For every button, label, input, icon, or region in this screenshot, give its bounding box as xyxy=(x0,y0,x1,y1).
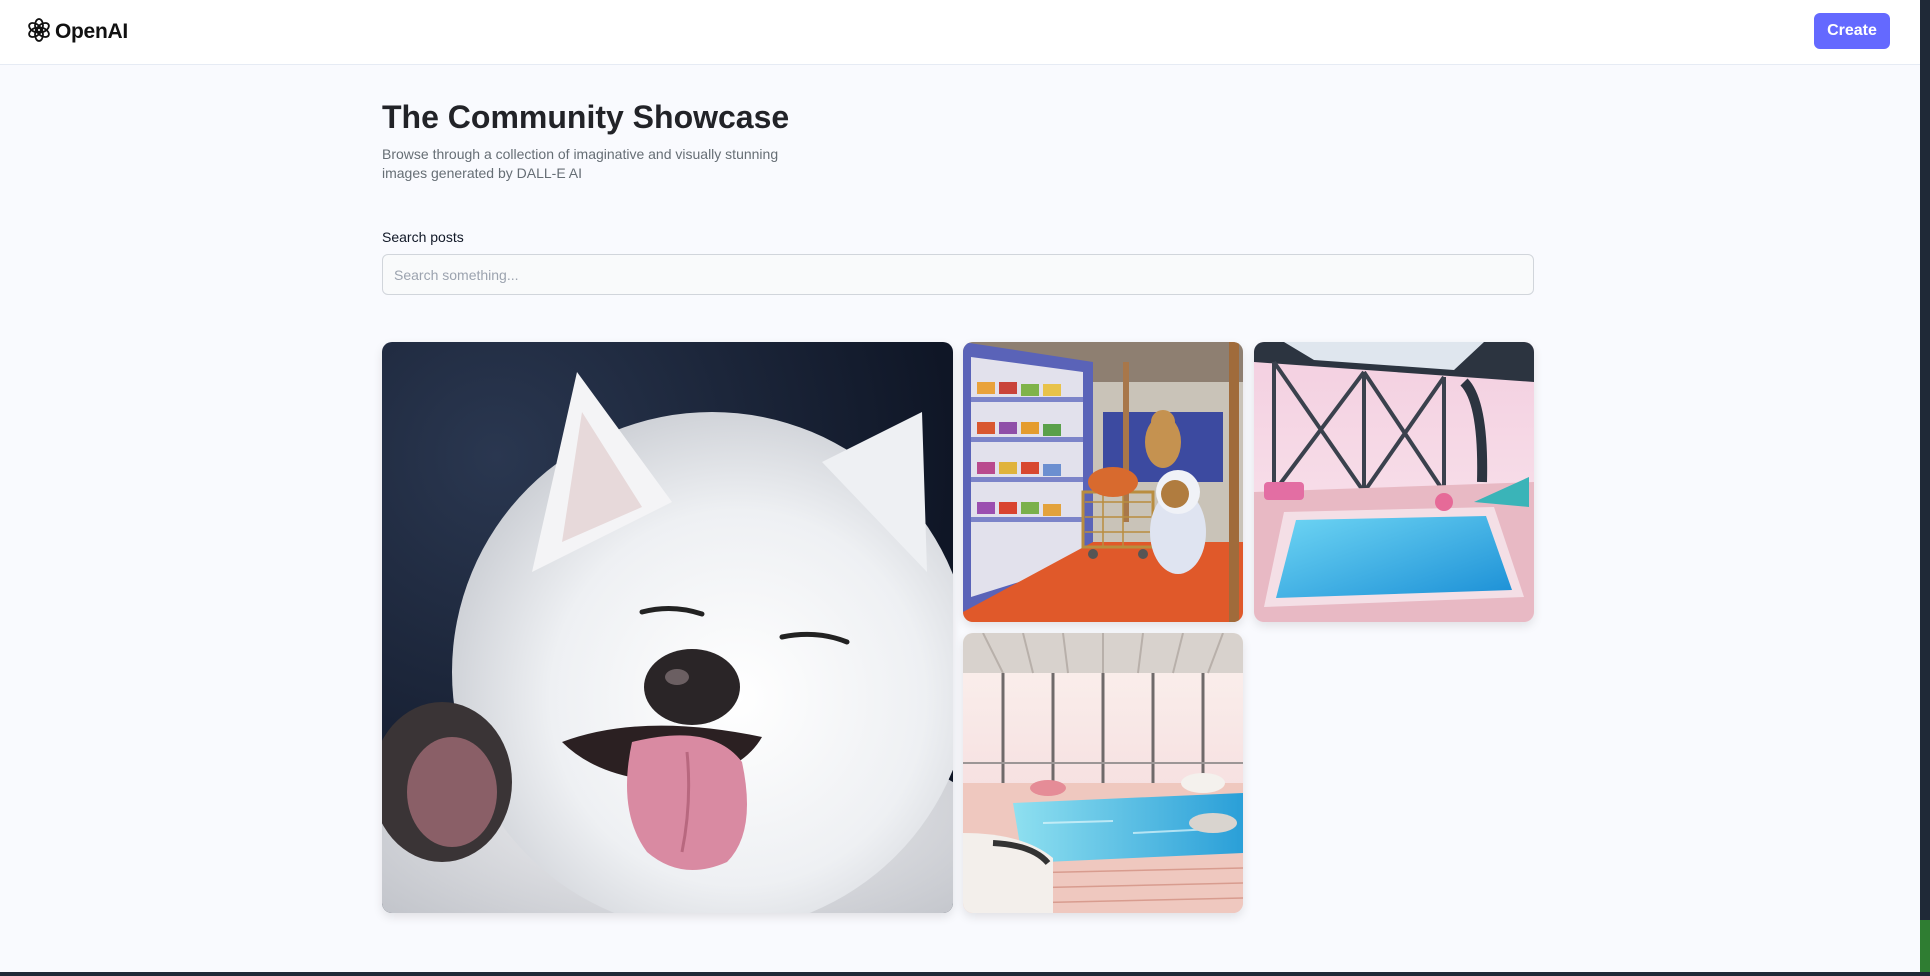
penthouse-pool-image xyxy=(963,633,1243,913)
page-title: The Community Showcase xyxy=(382,99,790,135)
vertical-scrollbar[interactable] xyxy=(1920,0,1930,976)
gallery-card-penthouse-pool[interactable] xyxy=(963,633,1243,913)
search-input[interactable] xyxy=(382,254,1534,295)
gallery-card-grocery[interactable] xyxy=(963,342,1243,622)
brand-name: OpenAI xyxy=(55,20,128,43)
gallery-card-dog[interactable] xyxy=(382,342,953,913)
brand-logo-link[interactable]: OpenAI xyxy=(26,17,128,48)
dog-image xyxy=(382,342,953,913)
image-gallery xyxy=(382,342,1534,914)
scrollbar-thumb[interactable] xyxy=(1920,920,1930,972)
openai-logo-icon xyxy=(26,17,52,48)
app-viewport: OpenAI Create The Community Showcase Bro… xyxy=(0,0,1920,972)
window-bottom-edge xyxy=(0,972,1930,976)
create-button[interactable]: Create xyxy=(1814,13,1890,49)
page-subtitle: Browse through a collection of imaginati… xyxy=(382,146,779,181)
grocery-image xyxy=(963,342,1243,622)
gallery-card-pink-pool[interactable] xyxy=(1254,342,1534,622)
main-content: The Community Showcase Browse through a … xyxy=(382,65,1534,913)
top-navbar: OpenAI Create xyxy=(0,0,1920,65)
search-label: Search posts xyxy=(382,229,464,245)
pink-pool-image xyxy=(1254,342,1534,622)
